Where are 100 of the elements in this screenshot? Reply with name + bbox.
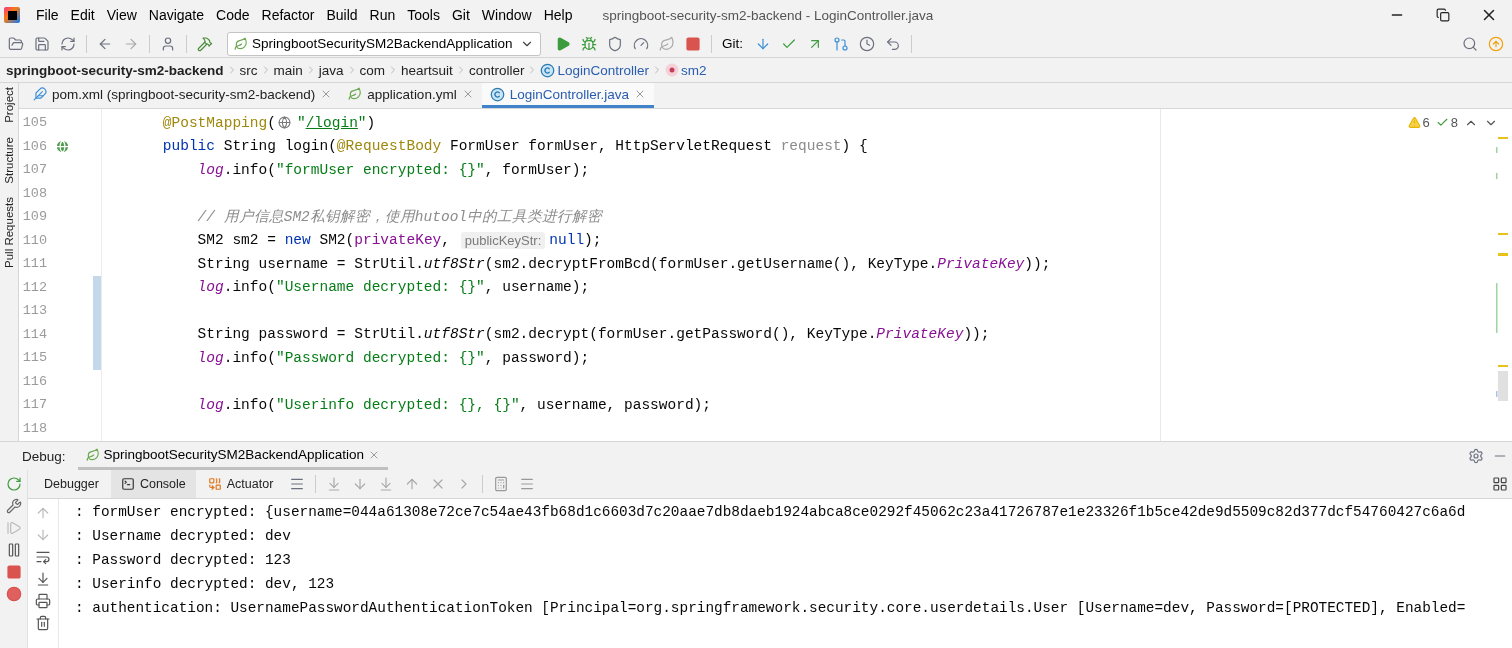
- line-number: 111: [21, 256, 47, 272]
- run-configuration-dropdown[interactable]: SpringbootSecuritySM2BackendApplication: [227, 31, 541, 56]
- menu-item[interactable]: Window: [475, 0, 538, 30]
- rollback-icon[interactable]: [885, 35, 901, 52]
- breadcrumb[interactable]: heartsuit: [401, 62, 453, 78]
- user-icon[interactable]: [160, 35, 176, 52]
- menu-item[interactable]: Refactor: [255, 0, 321, 30]
- coverage-icon[interactable]: [607, 35, 623, 52]
- wrap-icon[interactable]: [35, 549, 51, 565]
- print-icon[interactable]: [35, 593, 51, 609]
- tab-label: Console: [139, 477, 186, 491]
- stop-icon[interactable]: [685, 35, 701, 52]
- line-number: 106: [21, 138, 47, 154]
- typo-icon: [1435, 116, 1449, 129]
- tab-label: Actuator: [226, 477, 274, 491]
- endpoint-icon[interactable]: [55, 138, 70, 154]
- tab-label: Debugger: [44, 477, 99, 491]
- tool-window-button[interactable]: Structure: [3, 136, 15, 184]
- code-text: String password = StrUtil.utf8Str(sm2.decrypt(formUser.getPassword(), KeyType.PrivateKey));: [196, 326, 990, 343]
- line-number: 116: [21, 373, 47, 389]
- restore-icon[interactable]: [1436, 8, 1450, 22]
- scroll-end-icon[interactable]: [35, 571, 51, 587]
- line-number: 115: [21, 350, 47, 366]
- typo-count[interactable]: 8: [1450, 115, 1458, 130]
- debug-tab[interactable]: Debugger: [34, 470, 109, 498]
- trace-icon[interactable]: [519, 476, 536, 492]
- globe-icon[interactable]: [277, 116, 291, 130]
- menu-item[interactable]: Help: [537, 0, 579, 30]
- leaf-icon[interactable]: [659, 35, 675, 52]
- menu-item[interactable]: Run: [363, 0, 402, 30]
- menu-item[interactable]: Tools: [401, 0, 446, 30]
- tool-window-button[interactable]: Project: [3, 87, 15, 123]
- tab-label: application.yml: [367, 86, 457, 102]
- tab-label: LoginController.java: [509, 86, 629, 102]
- trash-icon[interactable]: [35, 615, 51, 631]
- stop-icon[interactable]: [5, 564, 22, 580]
- menu-item[interactable]: Navigate: [142, 0, 211, 30]
- profile-icon[interactable]: [633, 35, 649, 52]
- git-label: Git:: [722, 36, 743, 51]
- history-icon[interactable]: [859, 35, 875, 52]
- editor-tab[interactable]: application.yml: [340, 83, 482, 108]
- breadcrumb[interactable]: controller: [468, 62, 525, 78]
- app-logo: [4, 7, 20, 23]
- console-line: : formUser encrypted: {username=044a61308e72ce7c54ae43fb68d1c6603d7c20aae7db8daeb1924abca8ce0292f45062c23a41726787e1e23326f1b5ce42de9d5509c82d377dcf54760427c6a6d: [75, 503, 1467, 522]
- layout-icon[interactable]: [1492, 476, 1508, 492]
- code-text: "/login"): [296, 114, 376, 131]
- code-text: public String login(@RequestBody FormUser formUser, HttpServletRequest request) {: [161, 138, 868, 155]
- line-number: 117: [21, 397, 47, 413]
- feather-icon: [33, 87, 47, 101]
- menu-item[interactable]: Code: [210, 0, 256, 30]
- menu-item[interactable]: File: [30, 0, 65, 30]
- code-text: log.info("Userinfo decrypted: {}, {}", username, password);: [196, 396, 711, 413]
- leaf-icon: [348, 87, 363, 101]
- parameter-hint: publicKeyStr:: [460, 231, 546, 249]
- merge-icon[interactable]: [833, 35, 849, 52]
- menu-item[interactable]: View: [100, 0, 143, 30]
- breadcrumb[interactable]: springboot-security-sm2-backend: [6, 62, 224, 78]
- update-available-icon[interactable]: [1488, 35, 1504, 52]
- rerun-icon[interactable]: [5, 476, 22, 492]
- editor-tab[interactable]: pom.xml (springboot-security-sm2-backend): [25, 83, 341, 108]
- breadcrumb[interactable]: main: [273, 62, 303, 78]
- folder-icon[interactable]: [8, 35, 24, 52]
- line-number: 112: [21, 279, 47, 295]
- menu-item[interactable]: Build: [320, 0, 364, 30]
- debug-tab[interactable]: Console: [110, 470, 196, 498]
- line-number: 113: [21, 303, 47, 319]
- editor-tab[interactable]: LoginController.java: [481, 83, 654, 108]
- wrench-icon[interactable]: [5, 498, 22, 514]
- down-icon[interactable]: [35, 527, 51, 543]
- frames-icon[interactable]: [289, 476, 306, 492]
- menu-item[interactable]: Edit: [64, 0, 101, 30]
- settings-icon[interactable]: [1468, 448, 1484, 464]
- leaf-icon: [85, 447, 100, 462]
- tool-window-button[interactable]: Pull Requests: [3, 197, 15, 269]
- leaf-icon: [234, 36, 248, 51]
- breadcrumb[interactable]: com: [359, 62, 386, 78]
- sync-icon[interactable]: [60, 35, 76, 52]
- up-icon[interactable]: [35, 505, 51, 521]
- code-text: log.info("Username decrypted: {}", username);: [196, 279, 590, 296]
- warning-count[interactable]: 6: [1422, 115, 1430, 130]
- breadcrumb[interactable]: src: [239, 62, 258, 78]
- debug-tab[interactable]: Actuator: [197, 470, 284, 498]
- evaluate-icon[interactable]: [493, 476, 510, 492]
- save-icon[interactable]: [34, 35, 50, 52]
- actuator-icon: [207, 477, 222, 491]
- line-number: 109: [21, 209, 47, 225]
- line-number: 108: [21, 185, 47, 201]
- run-icon[interactable]: [555, 35, 571, 52]
- code-text: log.info("Password decrypted: {}", password);: [196, 349, 590, 366]
- menu-item[interactable]: Git: [445, 0, 476, 30]
- code-text: @PostMapping(: [161, 114, 276, 131]
- code-text: null);: [549, 232, 602, 249]
- bug-icon[interactable]: [581, 35, 597, 52]
- search-icon[interactable]: [1462, 35, 1478, 52]
- breadcrumb[interactable]: sm2: [680, 62, 707, 78]
- breadcrumb[interactable]: java: [318, 62, 344, 78]
- breadcrumb[interactable]: LoginController: [557, 62, 649, 78]
- hammer-icon[interactable]: [197, 35, 213, 52]
- breakpoints-icon[interactable]: [5, 586, 22, 602]
- line-number: 114: [21, 326, 47, 342]
